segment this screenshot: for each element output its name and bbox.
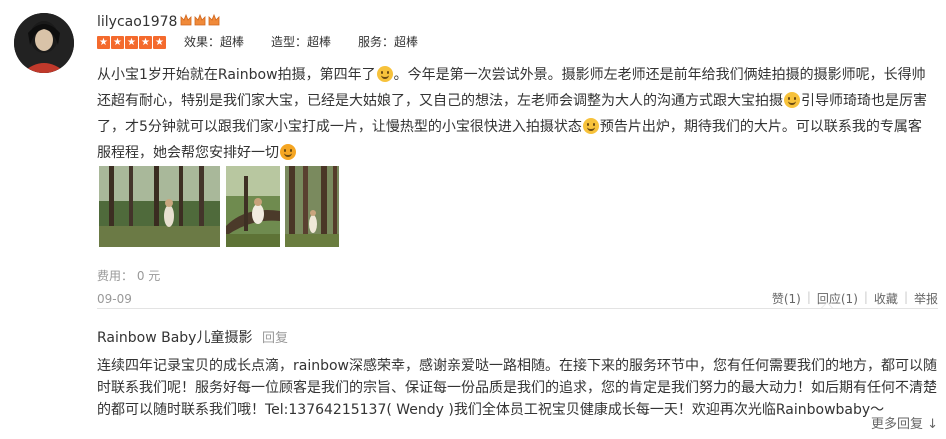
- favorite-button[interactable]: 收藏: [874, 290, 898, 307]
- crown-icon: [180, 13, 192, 26]
- smile-emoji-icon: [376, 66, 393, 82]
- review-photo[interactable]: [99, 166, 220, 247]
- action-separator: |: [903, 290, 908, 304]
- review-segment: 从小宝1岁开始就在Rainbow拍摄，第四年了: [97, 67, 376, 83]
- member-crowns: [180, 13, 220, 27]
- merchant-name[interactable]: Rainbow Baby儿童摄影: [97, 329, 252, 347]
- star-icon: ★: [153, 36, 166, 49]
- crown-icon: [194, 13, 206, 26]
- avatar[interactable]: [14, 13, 74, 73]
- review-photo[interactable]: [226, 166, 280, 247]
- action-separator: |: [863, 290, 868, 304]
- review-date: 09-09: [97, 292, 132, 306]
- report-button[interactable]: 举报: [914, 290, 938, 307]
- more-replies-link[interactable]: 更多回复 ↓: [871, 417, 938, 433]
- smile-emoji-icon: [784, 92, 800, 108]
- reply-pointer: [821, 302, 833, 308]
- star-icon: ★: [125, 36, 138, 49]
- fee-text: 费用： 0 元: [97, 269, 161, 283]
- reply-divider: [97, 308, 938, 309]
- forest-photo-2: [226, 166, 280, 247]
- star-rating: ★ ★ ★ ★ ★: [97, 36, 166, 49]
- rating-effect: 效果：超棒: [184, 35, 245, 49]
- star-icon: ★: [139, 36, 152, 49]
- star-icon: ★: [111, 36, 124, 49]
- forest-photo-3: [285, 166, 339, 247]
- forest-photo-1: [99, 166, 220, 247]
- crown-icon: [208, 13, 220, 26]
- review-actions: 赞(1) | 回应(1) | 收藏 | 举报: [772, 290, 938, 307]
- username[interactable]: lilycao1978: [97, 12, 177, 32]
- rating-styling: 造型：超棒: [271, 35, 332, 49]
- grin-emoji-icon: [582, 118, 599, 134]
- review-photo[interactable]: [285, 166, 339, 247]
- review-text: 从小宝1岁开始就在Rainbow拍摄，第四年了 。今年是第一次尝试外景。摄影师左老…: [97, 62, 929, 166]
- action-separator: |: [806, 290, 811, 304]
- merchant-reply-text: 连续四年记录宝贝的成长点滴，rainbow深感荣幸，感谢亲爱哒一路相随。在接下来…: [97, 358, 937, 418]
- rating-service: 服务：超棒: [358, 35, 419, 49]
- star-icon: ★: [97, 36, 110, 49]
- merchant-reply-button[interactable]: 回复: [262, 330, 288, 348]
- avatar-image: [14, 13, 74, 73]
- like-button[interactable]: 赞(1): [772, 290, 801, 307]
- wink-emoji-icon: [280, 144, 296, 160]
